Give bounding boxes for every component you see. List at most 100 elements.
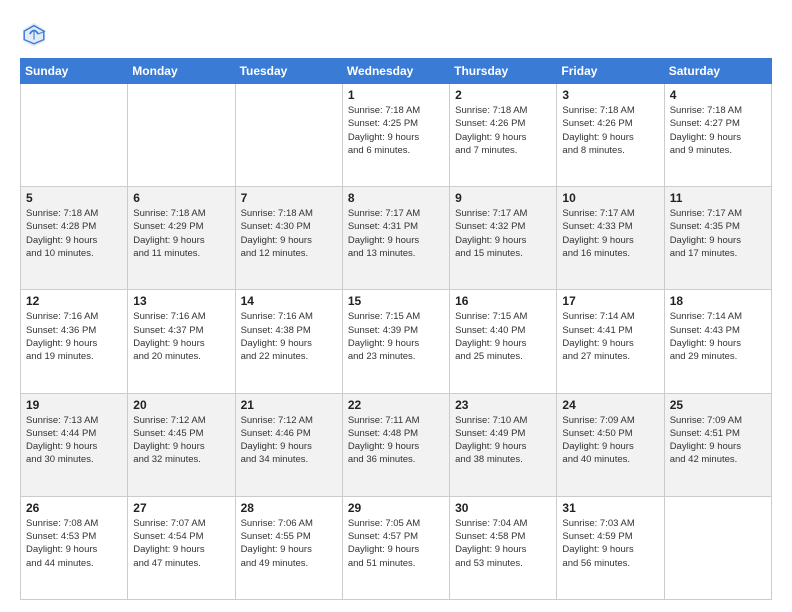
calendar-day-header: Monday bbox=[128, 59, 235, 84]
calendar-cell: 12 Sunrise: 7:16 AM Sunset: 4:36 PM Dayli… bbox=[21, 290, 128, 393]
day-number: 9 bbox=[455, 191, 551, 205]
calendar-cell bbox=[664, 496, 771, 599]
day-info: Sunrise: 7:17 AM Sunset: 4:31 PM Dayligh… bbox=[348, 207, 444, 260]
page: SundayMondayTuesdayWednesdayThursdayFrid… bbox=[0, 0, 792, 612]
day-number: 8 bbox=[348, 191, 444, 205]
calendar-cell: 7 Sunrise: 7:18 AM Sunset: 4:30 PM Daylig… bbox=[235, 187, 342, 290]
day-info: Sunrise: 7:17 AM Sunset: 4:32 PM Dayligh… bbox=[455, 207, 551, 260]
calendar-cell: 27 Sunrise: 7:07 AM Sunset: 4:54 PM Dayli… bbox=[128, 496, 235, 599]
day-info: Sunrise: 7:18 AM Sunset: 4:29 PM Dayligh… bbox=[133, 207, 229, 260]
calendar-cell: 9 Sunrise: 7:17 AM Sunset: 4:32 PM Daylig… bbox=[450, 187, 557, 290]
calendar-day-header: Thursday bbox=[450, 59, 557, 84]
day-number: 28 bbox=[241, 501, 337, 515]
day-number: 18 bbox=[670, 294, 766, 308]
day-number: 21 bbox=[241, 398, 337, 412]
calendar-cell: 28 Sunrise: 7:06 AM Sunset: 4:55 PM Dayli… bbox=[235, 496, 342, 599]
day-info: Sunrise: 7:13 AM Sunset: 4:44 PM Dayligh… bbox=[26, 414, 122, 467]
day-info: Sunrise: 7:18 AM Sunset: 4:30 PM Dayligh… bbox=[241, 207, 337, 260]
calendar-cell: 26Sunrise: 7:08 AM Sunset: 4:53 PM Dayli… bbox=[21, 496, 128, 599]
calendar-week-row: 26Sunrise: 7:08 AM Sunset: 4:53 PM Dayli… bbox=[21, 496, 772, 599]
day-info: Sunrise: 7:16 AM Sunset: 4:38 PM Dayligh… bbox=[241, 310, 337, 363]
day-info: Sunrise: 7:12 AM Sunset: 4:45 PM Dayligh… bbox=[133, 414, 229, 467]
day-info: Sunrise: 7:12 AM Sunset: 4:46 PM Dayligh… bbox=[241, 414, 337, 467]
calendar-cell: 1 Sunrise: 7:18 AM Sunset: 4:25 PM Daylig… bbox=[342, 84, 449, 187]
day-number: 7 bbox=[241, 191, 337, 205]
day-info: Sunrise: 7:06 AM Sunset: 4:55 PM Dayligh… bbox=[241, 517, 337, 570]
calendar-cell: 20 Sunrise: 7:12 AM Sunset: 4:45 PM Dayli… bbox=[128, 393, 235, 496]
day-number: 27 bbox=[133, 501, 229, 515]
day-number: 22 bbox=[348, 398, 444, 412]
day-info: Sunrise: 7:04 AM Sunset: 4:58 PM Dayligh… bbox=[455, 517, 551, 570]
day-info: Sunrise: 7:10 AM Sunset: 4:49 PM Dayligh… bbox=[455, 414, 551, 467]
calendar-day-header: Saturday bbox=[664, 59, 771, 84]
day-number: 17 bbox=[562, 294, 658, 308]
day-number: 6 bbox=[133, 191, 229, 205]
day-info: Sunrise: 7:11 AM Sunset: 4:48 PM Dayligh… bbox=[348, 414, 444, 467]
day-number: 29 bbox=[348, 501, 444, 515]
calendar-cell: 10 Sunrise: 7:17 AM Sunset: 4:33 PM Dayli… bbox=[557, 187, 664, 290]
calendar-cell: 4Sunrise: 7:18 AM Sunset: 4:27 PM Daylig… bbox=[664, 84, 771, 187]
day-info: Sunrise: 7:18 AM Sunset: 4:26 PM Dayligh… bbox=[455, 104, 551, 157]
calendar-day-header: Tuesday bbox=[235, 59, 342, 84]
calendar-cell: 25 Sunrise: 7:09 AM Sunset: 4:51 PM Dayli… bbox=[664, 393, 771, 496]
day-number: 20 bbox=[133, 398, 229, 412]
day-info: Sunrise: 7:18 AM Sunset: 4:26 PM Dayligh… bbox=[562, 104, 658, 157]
calendar-cell bbox=[128, 84, 235, 187]
day-info: Sunrise: 7:15 AM Sunset: 4:40 PM Dayligh… bbox=[455, 310, 551, 363]
day-number: 16 bbox=[455, 294, 551, 308]
day-number: 10 bbox=[562, 191, 658, 205]
calendar-cell: 22 Sunrise: 7:11 AM Sunset: 4:48 PM Dayli… bbox=[342, 393, 449, 496]
day-info: Sunrise: 7:17 AM Sunset: 4:33 PM Dayligh… bbox=[562, 207, 658, 260]
calendar-cell: 19 Sunrise: 7:13 AM Sunset: 4:44 PM Dayli… bbox=[21, 393, 128, 496]
calendar-cell: 6 Sunrise: 7:18 AM Sunset: 4:29 PM Daylig… bbox=[128, 187, 235, 290]
day-info: Sunrise: 7:09 AM Sunset: 4:50 PM Dayligh… bbox=[562, 414, 658, 467]
day-number: 4 bbox=[670, 88, 766, 102]
calendar-cell: 31 Sunrise: 7:03 AM Sunset: 4:59 PM Dayli… bbox=[557, 496, 664, 599]
calendar-day-header: Sunday bbox=[21, 59, 128, 84]
day-info: Sunrise: 7:14 AM Sunset: 4:43 PM Dayligh… bbox=[670, 310, 766, 363]
day-info: Sunrise: 7:07 AM Sunset: 4:54 PM Dayligh… bbox=[133, 517, 229, 570]
day-number: 13 bbox=[133, 294, 229, 308]
calendar-cell: 14 Sunrise: 7:16 AM Sunset: 4:38 PM Dayli… bbox=[235, 290, 342, 393]
day-number: 25 bbox=[670, 398, 766, 412]
day-number: 30 bbox=[455, 501, 551, 515]
logo bbox=[20, 20, 52, 48]
calendar-cell: 11Sunrise: 7:17 AM Sunset: 4:35 PM Dayli… bbox=[664, 187, 771, 290]
day-info: Sunrise: 7:09 AM Sunset: 4:51 PM Dayligh… bbox=[670, 414, 766, 467]
day-info: Sunrise: 7:18 AM Sunset: 4:25 PM Dayligh… bbox=[348, 104, 444, 157]
calendar-week-row: 19 Sunrise: 7:13 AM Sunset: 4:44 PM Dayli… bbox=[21, 393, 772, 496]
day-number: 24 bbox=[562, 398, 658, 412]
day-info: Sunrise: 7:05 AM Sunset: 4:57 PM Dayligh… bbox=[348, 517, 444, 570]
calendar-table: SundayMondayTuesdayWednesdayThursdayFrid… bbox=[20, 58, 772, 600]
calendar-cell: 21 Sunrise: 7:12 AM Sunset: 4:46 PM Dayli… bbox=[235, 393, 342, 496]
day-info: Sunrise: 7:14 AM Sunset: 4:41 PM Dayligh… bbox=[562, 310, 658, 363]
calendar-cell: 29 Sunrise: 7:05 AM Sunset: 4:57 PM Dayli… bbox=[342, 496, 449, 599]
calendar-cell: 16 Sunrise: 7:15 AM Sunset: 4:40 PM Dayli… bbox=[450, 290, 557, 393]
calendar-cell bbox=[21, 84, 128, 187]
day-number: 5 bbox=[26, 191, 122, 205]
calendar-day-header: Friday bbox=[557, 59, 664, 84]
day-number: 12 bbox=[26, 294, 122, 308]
day-info: Sunrise: 7:17 AM Sunset: 4:35 PM Dayligh… bbox=[670, 207, 766, 260]
logo-icon bbox=[20, 20, 48, 48]
calendar-cell bbox=[235, 84, 342, 187]
calendar-cell: 8 Sunrise: 7:17 AM Sunset: 4:31 PM Daylig… bbox=[342, 187, 449, 290]
day-number: 1 bbox=[348, 88, 444, 102]
calendar-week-row: 12 Sunrise: 7:16 AM Sunset: 4:36 PM Dayli… bbox=[21, 290, 772, 393]
calendar-cell: 17 Sunrise: 7:14 AM Sunset: 4:41 PM Dayli… bbox=[557, 290, 664, 393]
day-number: 15 bbox=[348, 294, 444, 308]
day-number: 19 bbox=[26, 398, 122, 412]
day-info: Sunrise: 7:03 AM Sunset: 4:59 PM Dayligh… bbox=[562, 517, 658, 570]
calendar-cell: 24 Sunrise: 7:09 AM Sunset: 4:50 PM Dayli… bbox=[557, 393, 664, 496]
day-number: 31 bbox=[562, 501, 658, 515]
calendar-header-row: SundayMondayTuesdayWednesdayThursdayFrid… bbox=[21, 59, 772, 84]
day-info: Sunrise: 7:15 AM Sunset: 4:39 PM Dayligh… bbox=[348, 310, 444, 363]
calendar-cell: 3 Sunrise: 7:18 AM Sunset: 4:26 PM Daylig… bbox=[557, 84, 664, 187]
day-info: Sunrise: 7:16 AM Sunset: 4:37 PM Dayligh… bbox=[133, 310, 229, 363]
calendar-cell: 18 Sunrise: 7:14 AM Sunset: 4:43 PM Dayli… bbox=[664, 290, 771, 393]
day-info: Sunrise: 7:16 AM Sunset: 4:36 PM Dayligh… bbox=[26, 310, 122, 363]
day-number: 14 bbox=[241, 294, 337, 308]
day-info: Sunrise: 7:08 AM Sunset: 4:53 PM Dayligh… bbox=[26, 517, 122, 570]
day-number: 23 bbox=[455, 398, 551, 412]
day-number: 3 bbox=[562, 88, 658, 102]
